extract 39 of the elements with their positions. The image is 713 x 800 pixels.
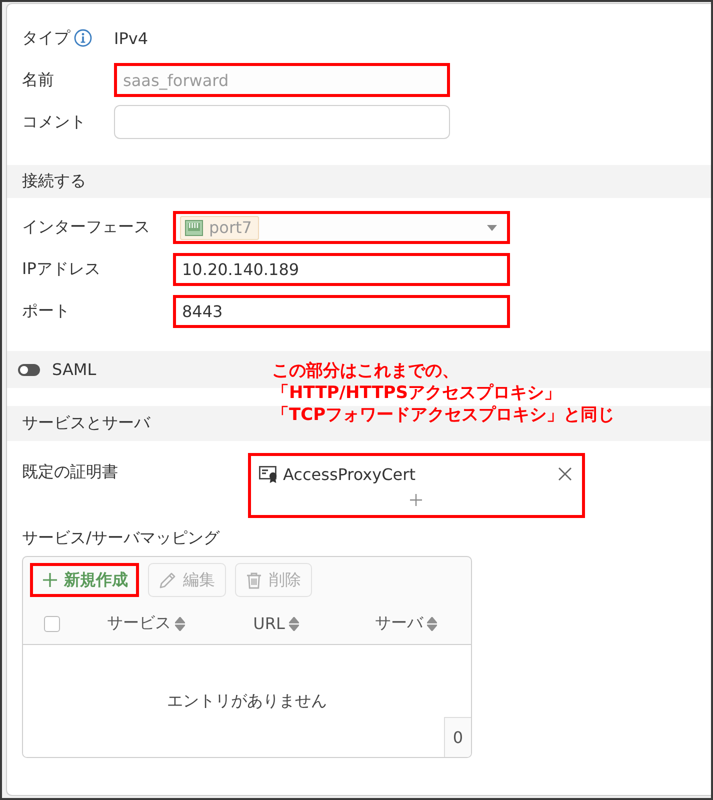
toggle-label: SAML	[52, 360, 96, 379]
column-header[interactable]: サービス	[107, 613, 185, 634]
field-label: 既定の証明書	[22, 462, 118, 483]
saml-toggle[interactable]	[18, 364, 40, 376]
column-header[interactable]: URL	[253, 614, 299, 633]
select-all-checkbox[interactable]	[44, 616, 60, 632]
plus-icon	[43, 573, 57, 587]
add-icon	[410, 494, 422, 506]
sort-icon	[427, 616, 437, 630]
certificate-icon	[259, 465, 277, 483]
empty-message: エントリがありません	[167, 690, 327, 712]
field-label: コメント	[22, 112, 86, 132]
column-header[interactable]: サーバ	[375, 613, 437, 634]
add-button[interactable]	[410, 494, 422, 506]
pencil-icon	[159, 572, 176, 588]
trash-icon	[246, 572, 262, 588]
certificate-list[interactable]: AccessProxyCert	[248, 453, 585, 518]
text-field[interactable]: 10.20.140.189	[173, 253, 510, 286]
text-field[interactable]	[114, 105, 450, 139]
sort-icon	[175, 616, 185, 630]
caret-icon	[487, 224, 497, 230]
field-label: タイプ	[22, 28, 70, 48]
close-icon	[558, 467, 572, 481]
interface-name: port7	[209, 218, 252, 237]
type-value: IPv4	[114, 28, 148, 48]
row-count: 0	[444, 717, 471, 757]
field-label: インターフェース	[22, 217, 150, 238]
network-port-icon	[185, 220, 203, 236]
section-header: 接続する	[7, 165, 711, 198]
field-label: ポート	[22, 301, 70, 322]
certificate-name: AccessProxyCert	[283, 464, 416, 484]
field-label: 名前	[22, 70, 54, 90]
sort-icon	[288, 616, 299, 630]
remove-button[interactable]	[558, 467, 572, 481]
field-label: IPアドレス	[22, 259, 100, 280]
annotation-note: この部分はこれまでの、 「HTTP/HTTPSアクセスプロキシ」 「TCPフォワードアクセスプロキシ」と同じ	[272, 360, 615, 426]
text-field[interactable]: 8443	[173, 295, 510, 328]
field-label: サービス/サーバマッピング	[22, 528, 221, 548]
info-icon	[74, 29, 92, 47]
